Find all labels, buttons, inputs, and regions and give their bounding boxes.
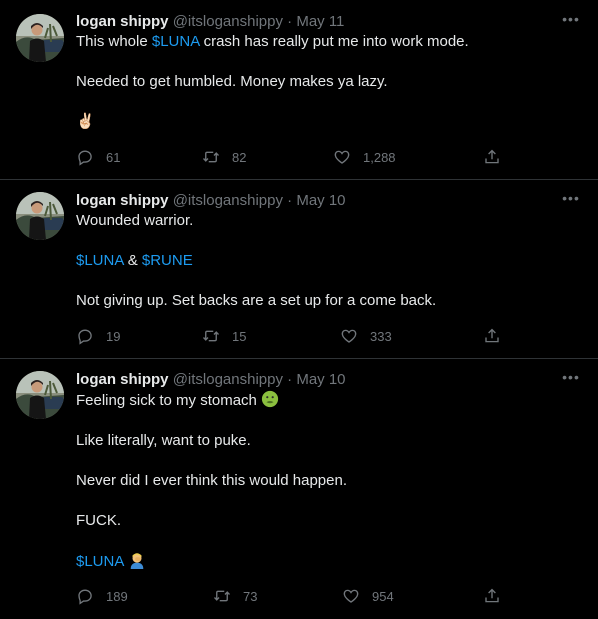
separator: · <box>287 192 293 209</box>
tweet-text: Feeling sick to my stomach Like literall… <box>76 390 582 572</box>
tweet-text: This whole $LUNA crash has really put me… <box>76 32 582 132</box>
reply-count: 61 <box>106 149 121 165</box>
reply-button[interactable]: 19 <box>76 326 120 346</box>
retweet-count: 15 <box>232 328 247 344</box>
tweet-date[interactable]: May 10 <box>296 192 345 209</box>
like-count: 333 <box>370 328 392 344</box>
like-button[interactable]: 333 <box>340 326 392 346</box>
reply-icon <box>76 148 94 166</box>
tweet[interactable]: ••• logan shippy @itsloganshippy · May 1… <box>0 0 598 180</box>
tweet-text-segment: crash has really put me into work mode. <box>199 33 469 50</box>
reply-count: 189 <box>106 588 128 604</box>
separator: · <box>287 13 293 30</box>
reply-icon <box>76 587 94 605</box>
tweet-actions: 61 82 1,288 <box>76 147 501 167</box>
share-icon <box>483 587 501 605</box>
tweet-text-line: Needed to get humbled. Money makes ya la… <box>76 73 388 90</box>
retweet-button[interactable]: 73 <box>213 586 257 606</box>
heart-icon <box>340 327 358 345</box>
like-button[interactable]: 954 <box>342 586 394 606</box>
cashtag-link[interactable]: $LUNA <box>76 553 124 570</box>
cashtag-link[interactable]: $LUNA <box>152 33 200 50</box>
tweet[interactable]: ••• logan shippy @itsloganshippy · May 1… <box>0 359 598 619</box>
like-count: 1,288 <box>363 149 396 165</box>
separator: · <box>287 371 293 388</box>
cashtag-link[interactable]: $RUNE <box>142 252 193 269</box>
avatar[interactable] <box>16 192 64 240</box>
user-handle[interactable]: @itsloganshippy <box>173 192 283 209</box>
reply-count: 19 <box>106 328 121 344</box>
retweet-icon <box>213 587 231 605</box>
user-name[interactable]: logan shippy <box>76 192 169 209</box>
tweet-text-segment: Feeling sick to my stomach <box>76 392 262 409</box>
tweet-text-line: Wounded warrior. <box>76 212 194 229</box>
tweet-text-line: Never did I ever think this would happen… <box>76 472 347 489</box>
user-handle[interactable]: @itsloganshippy <box>173 371 283 388</box>
retweet-icon <box>202 327 220 345</box>
retweet-button[interactable]: 82 <box>202 147 246 167</box>
heart-icon <box>333 148 351 166</box>
heart-icon <box>342 587 360 605</box>
tweet-header: logan shippy @itsloganshippy · May 10 <box>76 191 582 211</box>
reply-button[interactable]: 61 <box>76 147 120 167</box>
tweet[interactable]: ••• logan shippy @itsloganshippy · May 1… <box>0 180 598 359</box>
reply-button[interactable]: 189 <box>76 586 128 606</box>
share-button[interactable] <box>483 147 501 167</box>
timeline: ••• logan shippy @itsloganshippy · May 1… <box>0 0 598 619</box>
avatar[interactable] <box>16 14 64 62</box>
share-icon <box>483 148 501 166</box>
user-name[interactable]: logan shippy <box>76 13 169 30</box>
retweet-button[interactable]: 15 <box>202 326 246 346</box>
victory-hand-emoji: ✌🏻 <box>76 113 95 130</box>
like-count: 954 <box>372 588 394 604</box>
retweet-icon <box>202 148 220 166</box>
tweet-text: Wounded warrior. $LUNA & $RUNE Not givin… <box>76 211 582 311</box>
nauseated-face-emoji <box>261 390 279 408</box>
tweet-text-line: Like literally, want to puke. <box>76 432 251 449</box>
avatar[interactable] <box>16 371 64 419</box>
tweet-actions: 19 15 333 <box>76 326 501 346</box>
cashtag-link[interactable]: $LUNA <box>76 252 124 269</box>
share-button[interactable] <box>483 586 501 606</box>
tweet-header: logan shippy @itsloganshippy · May 11 <box>76 12 582 32</box>
reply-icon <box>76 327 94 345</box>
tweet-text-segment: & <box>123 252 142 269</box>
tweet-date[interactable]: May 10 <box>296 371 345 388</box>
tweet-actions: 189 73 954 <box>76 586 501 606</box>
share-button[interactable] <box>483 326 501 346</box>
tweet-text-line: Not giving up. Set backs are a set up fo… <box>76 292 437 309</box>
retweet-count: 73 <box>243 588 258 604</box>
share-icon <box>483 327 501 345</box>
tweet-text-line: FUCK. <box>76 512 121 529</box>
user-handle[interactable]: @itsloganshippy <box>173 13 283 30</box>
retweet-count: 82 <box>232 149 247 165</box>
man-facepalming-emoji <box>130 553 144 569</box>
tweet-header: logan shippy @itsloganshippy · May 10 <box>76 370 582 390</box>
like-button[interactable]: 1,288 <box>333 147 396 167</box>
tweet-text-segment: This whole <box>76 33 152 50</box>
tweet-date[interactable]: May 11 <box>296 13 344 30</box>
user-name[interactable]: logan shippy <box>76 371 169 388</box>
